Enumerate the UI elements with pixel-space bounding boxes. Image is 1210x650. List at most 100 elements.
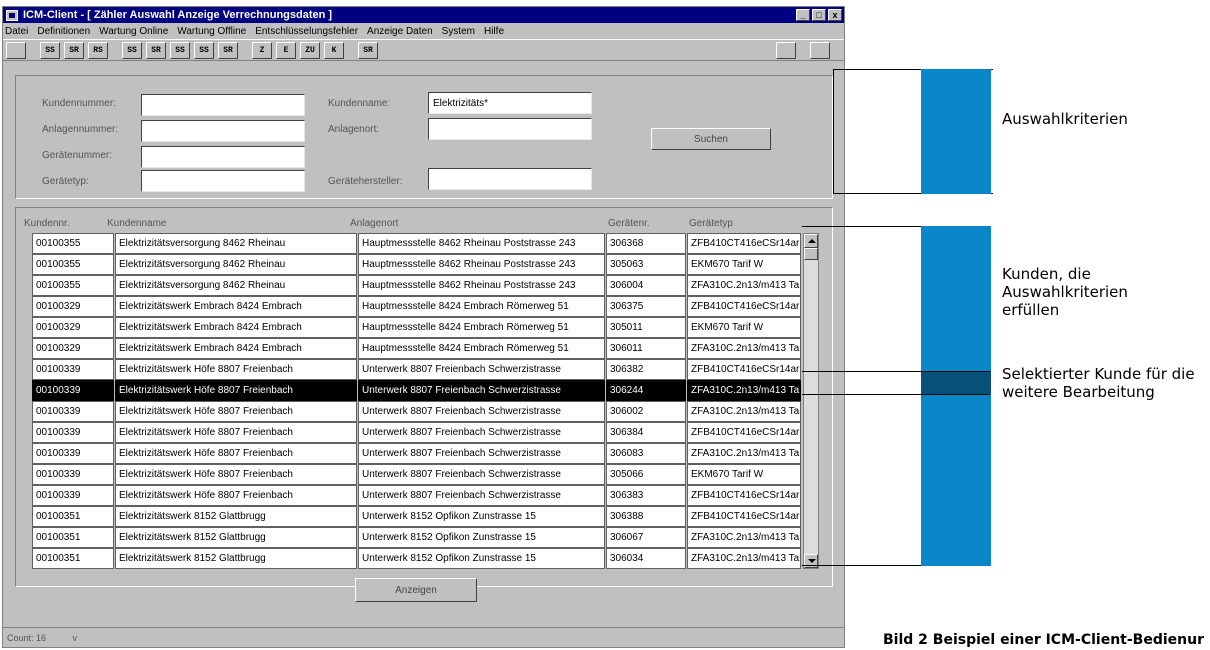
geraetenummer-input[interactable] bbox=[141, 146, 305, 168]
cell-kundenname: Elektrizitätswerk Höfe 8807 Freienbach bbox=[115, 401, 357, 422]
cell-kundenname: Elektrizitätswerk Höfe 8807 Freienbach bbox=[115, 485, 357, 506]
criteria-blue-bar bbox=[921, 69, 991, 194]
toolbar-button-5[interactable]: SS bbox=[122, 41, 142, 59]
table-row[interactable]: 00100329 Elektrizitätswerk Embrach 8424 E… bbox=[32, 296, 820, 317]
column-header-kundenname[interactable]: Kundenname bbox=[107, 218, 167, 229]
cell-kundennr: 00100355 bbox=[32, 233, 114, 254]
table-scrollbar[interactable] bbox=[803, 233, 819, 569]
kundennummer-input[interactable] bbox=[141, 94, 305, 116]
status-count: Count: 16 bbox=[7, 633, 47, 643]
cell-anlagenort: Unterwerk 8807 Freienbach Schwerzistrass… bbox=[358, 464, 605, 485]
arrow-down-icon bbox=[808, 559, 816, 563]
cell-geraetetyp: ZFA310C.2n13/m413 Ta bbox=[687, 338, 801, 359]
toolbar-button-3[interactable]: SR bbox=[64, 41, 84, 59]
table-row[interactable]: 00100355 Elektrizitätsversorgung 8462 Rhe… bbox=[32, 233, 820, 254]
app-icon bbox=[6, 9, 18, 21]
toolbar-exit-button[interactable] bbox=[810, 41, 830, 59]
window-title: ICM-Client - [ Zähler Auswahl Anzeige Ve… bbox=[23, 9, 333, 21]
cell-kundenname: Elektrizitätswerk Embrach 8424 Embrach bbox=[115, 296, 357, 317]
toolbar-button-k[interactable]: K bbox=[324, 41, 344, 59]
selected-blue-bar bbox=[921, 371, 991, 394]
cell-kundenname: Elektrizitätswerk Höfe 8807 Freienbach bbox=[115, 422, 357, 443]
cell-anlagenort: Unterwerk 8152 Opfikon Zunstrasse 15 bbox=[358, 527, 605, 548]
cell-geraetenr: 306388 bbox=[606, 506, 686, 527]
cell-anlagenort: Unterwerk 8152 Opfikon Zunstrasse 15 bbox=[358, 548, 605, 569]
scroll-up-button[interactable] bbox=[804, 234, 818, 248]
table-row[interactable]: 00100339 Elektrizitätswerk Höfe 8807 Frei… bbox=[32, 359, 820, 380]
cell-anlagenort: Hauptmessstelle 8424 Embrach Römerweg 51 bbox=[358, 317, 605, 338]
anlagenort-input[interactable] bbox=[428, 118, 592, 140]
table-row[interactable]: 00100355 Elektrizitätsversorgung 8462 Rhe… bbox=[32, 254, 820, 275]
icm-client-window: ICM-Client - [ Zähler Auswahl Anzeige Ve… bbox=[2, 6, 845, 648]
menu-wartung-online[interactable]: Wartung Online bbox=[99, 26, 168, 37]
column-header-kundennr[interactable]: Kundennr. bbox=[24, 218, 70, 229]
table-row[interactable]: 00100339 Elektrizitätswerk Höfe 8807 Frei… bbox=[32, 464, 820, 485]
column-header-geraetetyp[interactable]: Gerätetyp bbox=[689, 218, 733, 229]
geraetehersteller-input[interactable] bbox=[428, 168, 592, 190]
table-row[interactable]: 00100355 Elektrizitätsversorgung 8462 Rhe… bbox=[32, 275, 820, 296]
menu-wartung-offline[interactable]: Wartung Offline bbox=[177, 26, 246, 37]
anzeigen-button[interactable]: Anzeigen bbox=[355, 578, 477, 602]
toolbar-button-e[interactable]: E bbox=[276, 41, 296, 59]
cell-geraetetyp: ZFB410CT416eCSr14ar bbox=[687, 422, 801, 443]
table-row[interactable]: 00100339 Elektrizitätswerk Höfe 8807 Frei… bbox=[32, 401, 820, 422]
toolbar-button-6[interactable]: SR bbox=[146, 41, 166, 59]
table-row[interactable]: 00100339 Elektrizitätswerk Höfe 8807 Frei… bbox=[32, 443, 820, 464]
minimize-button[interactable]: _ bbox=[796, 9, 810, 21]
table-row[interactable]: 00100351 Elektrizitätswerk 8152 Glattbrug… bbox=[32, 548, 820, 569]
cell-kundennr: 00100355 bbox=[32, 275, 114, 296]
table-row-selected[interactable]: 00100339 Elektrizitätswerk Höfe 8807 Frei… bbox=[32, 380, 820, 401]
menu-system[interactable]: System bbox=[442, 26, 475, 37]
toolbar-button-zu[interactable]: ZU bbox=[300, 41, 320, 59]
kundenname-input[interactable] bbox=[428, 92, 592, 114]
cell-kundenname: Elektrizitätsversorgung 8462 Rheinau bbox=[115, 275, 357, 296]
cell-geraetenr: 306083 bbox=[606, 443, 686, 464]
cell-anlagenort: Unterwerk 8152 Opfikon Zunstrasse 15 bbox=[358, 506, 605, 527]
cell-geraetetyp: ZFA310C.2n13/m413 Ta bbox=[687, 401, 801, 422]
cell-geraetetyp: EKM670 Tarif W bbox=[687, 254, 801, 275]
customers-annotation-line1: Kunden, die bbox=[1002, 265, 1091, 283]
table-row[interactable]: 00100339 Elektrizitätswerk Höfe 8807 Frei… bbox=[32, 422, 820, 443]
anlagennummer-input[interactable] bbox=[141, 120, 305, 142]
toolbar-button-7[interactable]: SS bbox=[170, 41, 190, 59]
geraetetyp-label: Gerätetyp: bbox=[42, 176, 89, 187]
table-row[interactable]: 00100329 Elektrizitätswerk Embrach 8424 E… bbox=[32, 317, 820, 338]
menu-definitionen[interactable]: Definitionen bbox=[37, 26, 90, 37]
toolbar-button-14[interactable]: SR bbox=[358, 41, 378, 59]
close-button[interactable]: x bbox=[828, 9, 842, 21]
cell-geraetenr: 305066 bbox=[606, 464, 686, 485]
cell-geraetenr: 306002 bbox=[606, 401, 686, 422]
menu-datei[interactable]: Datei bbox=[5, 26, 28, 37]
menu-entschluesselungsfehler[interactable]: Entschlüsselungsfehler bbox=[255, 26, 358, 37]
toolbar-button-1[interactable] bbox=[6, 41, 26, 59]
toolbar-button-4[interactable]: RS bbox=[88, 41, 108, 59]
cell-anlagenort: Unterwerk 8807 Freienbach Schwerzistrass… bbox=[358, 380, 605, 401]
cell-kundenname: Elektrizitätswerk Höfe 8807 Freienbach bbox=[115, 464, 357, 485]
column-header-anlagenort[interactable]: Anlagenort bbox=[350, 218, 398, 229]
maximize-button[interactable]: □ bbox=[812, 9, 826, 21]
toolbar-button-8[interactable]: SS bbox=[194, 41, 214, 59]
table-row[interactable]: 00100351 Elektrizitätswerk 8152 Glattbrug… bbox=[32, 506, 820, 527]
results-panel: Kundennr. Kundenname Anlagenort Gerätenr… bbox=[15, 207, 833, 587]
menu-anzeige-daten[interactable]: Anzeige Daten bbox=[367, 26, 433, 37]
toolbar-button-z[interactable]: Z bbox=[252, 41, 272, 59]
cell-geraetenr: 305063 bbox=[606, 254, 686, 275]
menu-hilfe[interactable]: Hilfe bbox=[484, 26, 504, 37]
column-header-geraetenr[interactable]: Gerätenr. bbox=[608, 218, 650, 229]
cell-geraetetyp: EKM670 Tarif W bbox=[687, 464, 801, 485]
cell-kundenname: Elektrizitätswerk Höfe 8807 Freienbach bbox=[115, 359, 357, 380]
toolbar-print-button[interactable] bbox=[776, 41, 796, 59]
table-row[interactable]: 00100351 Elektrizitätswerk 8152 Glattbrug… bbox=[32, 527, 820, 548]
cell-kundennr: 00100339 bbox=[32, 443, 114, 464]
cell-geraetenr: 306067 bbox=[606, 527, 686, 548]
geraetenummer-label: Gerätenummer: bbox=[42, 150, 113, 161]
toolbar-button-9[interactable]: SR bbox=[218, 41, 238, 59]
scroll-thumb[interactable] bbox=[804, 248, 818, 260]
cell-geraetenr: 306384 bbox=[606, 422, 686, 443]
table-row[interactable]: 00100339 Elektrizitätswerk Höfe 8807 Frei… bbox=[32, 485, 820, 506]
toolbar-button-2[interactable]: SS bbox=[40, 41, 60, 59]
geraetetyp-input[interactable] bbox=[141, 170, 305, 192]
results-blue-bar bbox=[921, 226, 991, 566]
suchen-button[interactable]: Suchen bbox=[651, 128, 771, 150]
table-row[interactable]: 00100329 Elektrizitätswerk Embrach 8424 E… bbox=[32, 338, 820, 359]
